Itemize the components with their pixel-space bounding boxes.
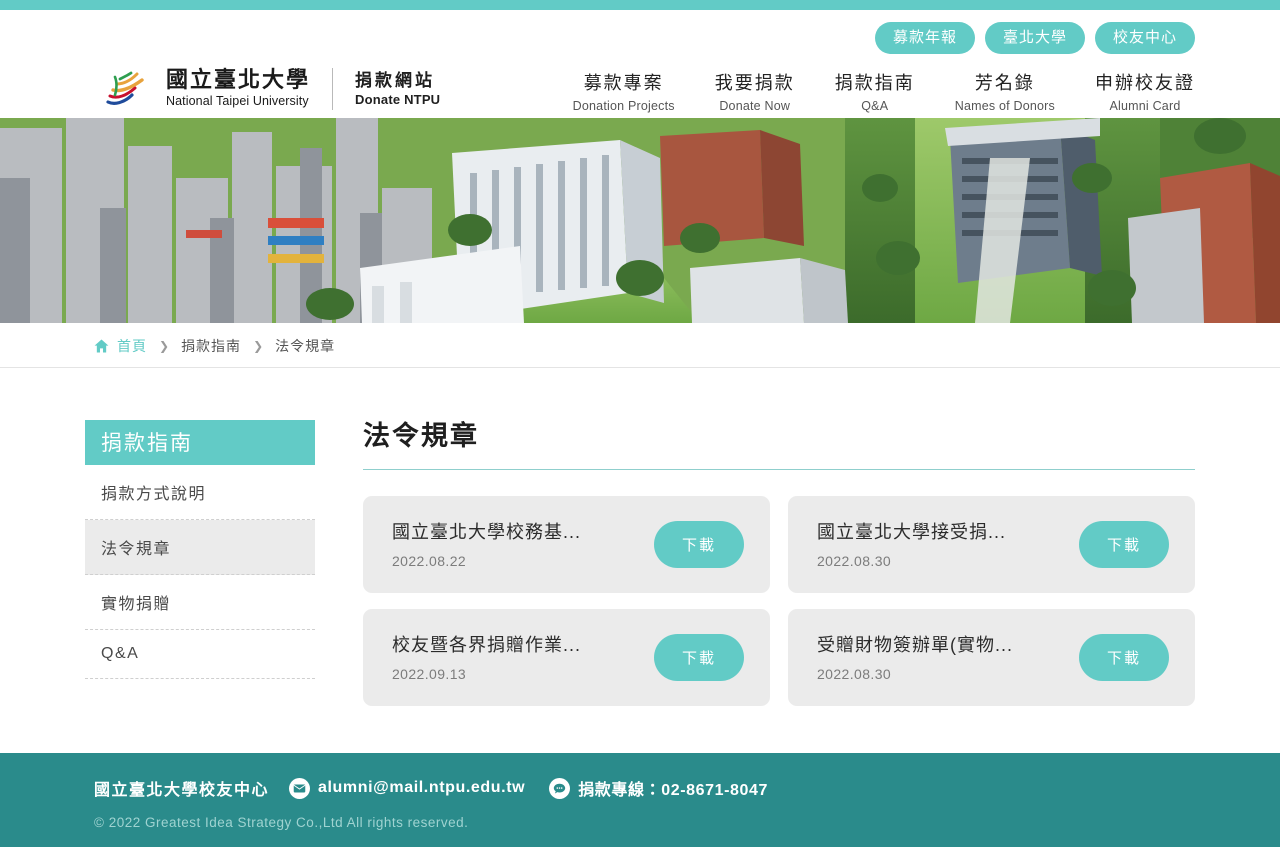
document-title: 國立臺北大學接受捐... <box>817 521 1007 542</box>
nav-label-en: Donate Now <box>719 98 791 113</box>
site-name-cn: 捐款網站 <box>355 70 436 90</box>
document-info: 受贈財物簽辦單(實物... 2022.08.30 <box>817 634 1013 682</box>
utility-pill-row: 募款年報 臺北大學 校友中心 <box>874 22 1195 54</box>
sidebar-item-donation-methods[interactable]: 捐款方式說明 <box>85 465 315 520</box>
download-button[interactable]: 下載 <box>1078 521 1169 569</box>
nav-item-donation-guide[interactable]: 捐款指南 Q&A <box>835 72 915 115</box>
nav-item-donation-projects[interactable]: 募款專案 Donation Projects <box>573 72 675 115</box>
document-card: 校友暨各界捐贈作業... 2022.09.13 下載 <box>363 609 770 707</box>
sidebar-menu: 捐款方式說明 法令規章 實物捐贈 Q&A <box>85 465 315 679</box>
top-accent-strip <box>0 0 1280 10</box>
footer-email-text: alumni@mail.ntpu.edu.tw <box>318 779 526 796</box>
footer-hotline-link[interactable]: 捐款專線：02-8671-8047 <box>549 776 768 800</box>
download-button[interactable]: 下載 <box>653 521 744 569</box>
site-logo[interactable]: 國立臺北大學 National Taipei University 捐款網站 D… <box>104 68 440 110</box>
nav-label-cn: 申辦校友證 <box>1095 73 1195 93</box>
envelope-icon <box>289 777 311 799</box>
breadcrumb-separator-icon: ❯ <box>253 338 264 353</box>
hero-campus-aerial-photo <box>0 118 1280 323</box>
document-card: 受贈財物簽辦單(實物... 2022.08.30 下載 <box>788 609 1195 707</box>
nav-item-names-of-donors[interactable]: 芳名錄 Names of Donors <box>955 72 1055 115</box>
document-info: 國立臺北大學校務基... 2022.08.22 <box>392 521 581 569</box>
nav-label-cn: 募款專案 <box>583 73 664 93</box>
title-underline <box>363 469 1195 471</box>
logo-divider <box>332 68 334 110</box>
speech-bubble-icon <box>549 777 571 799</box>
site-header: 募款年報 臺北大學 校友中心 國立臺北大學 National Taipei Un… <box>0 10 1280 118</box>
page-body: 捐款指南 捐款方式說明 法令規章 實物捐贈 Q&A 法令規章 國立臺北大學校務基… <box>85 368 1195 776</box>
site-name-block: 捐款網站 Donate NTPU <box>355 70 440 109</box>
nav-label-en: Names of Donors <box>954 98 1055 113</box>
sidebar-heading: 捐款指南 <box>85 420 315 465</box>
home-icon <box>94 339 109 353</box>
site-name-en: Donate NTPU <box>355 91 441 107</box>
nav-label-cn: 我要捐款 <box>714 73 795 93</box>
logo-name-cn: 國立臺北大學 <box>166 67 311 93</box>
document-info: 校友暨各界捐贈作業... 2022.09.13 <box>392 634 581 682</box>
nav-label-en: Q&A <box>861 98 889 113</box>
page-title: 法令規章 <box>363 421 479 451</box>
nav-label-cn: 捐款指南 <box>834 73 915 93</box>
pill-ntpu-main-site[interactable]: 臺北大學 <box>984 22 1085 54</box>
breadcrumb-bar: 首頁 ❯ 捐款指南 ❯ 法令規章 <box>0 323 1280 368</box>
breadcrumb: 首頁 ❯ 捐款指南 ❯ 法令規章 <box>85 323 1195 368</box>
document-date: 2022.08.30 <box>817 553 892 570</box>
nav-label-cn: 芳名錄 <box>974 73 1035 93</box>
footer-contact-row: 國立臺北大學校友中心 alumni@mail.ntpu.edu.tw 捐款專線：… <box>94 776 1195 800</box>
document-card-grid: 國立臺北大學校務基... 2022.08.22 下載 國立臺北大學接受捐... … <box>363 496 1195 707</box>
breadcrumb-link-donation-guide[interactable]: 捐款指南 <box>181 336 241 356</box>
document-title: 受贈財物簽辦單(實物... <box>817 634 1013 655</box>
document-info: 國立臺北大學接受捐... 2022.08.30 <box>817 521 1006 569</box>
document-card: 國立臺北大學接受捐... 2022.08.30 下載 <box>788 496 1195 594</box>
main-content: 法令規章 國立臺北大學校務基... 2022.08.22 下載 國立臺北大學接受… <box>315 420 1195 707</box>
breadcrumb-current-page: 法令規章 <box>275 337 336 354</box>
sidebar: 捐款指南 捐款方式說明 法令規章 實物捐贈 Q&A <box>85 420 315 679</box>
download-button[interactable]: 下載 <box>653 634 744 682</box>
document-title: 國立臺北大學校務基... <box>392 521 582 542</box>
nav-label-en: Donation Projects <box>572 98 675 113</box>
document-card: 國立臺北大學校務基... 2022.08.22 下載 <box>363 496 770 594</box>
footer-email-link[interactable]: alumni@mail.ntpu.edu.tw <box>289 777 526 799</box>
breadcrumb-home-link[interactable]: 首頁 <box>117 336 147 356</box>
nav-item-donate-now[interactable]: 我要捐款 Donate Now <box>715 72 795 115</box>
breadcrumb-separator-icon: ❯ <box>159 338 170 353</box>
sidebar-item-regulations[interactable]: 法令規章 <box>85 520 315 575</box>
ntpu-bird-logo-icon <box>104 71 160 107</box>
footer-hotline-text: 捐款專線：02-8671-8047 <box>578 782 769 799</box>
nav-label-en: Alumni Card <box>1109 98 1181 113</box>
logo-name-en: National Taipei University <box>166 93 309 108</box>
document-date: 2022.08.30 <box>817 666 892 683</box>
logo-wordmark: 國立臺北大學 National Taipei University <box>166 69 310 109</box>
main-navigation: 募款專案 Donation Projects 我要捐款 Donate Now 捐… <box>573 72 1195 115</box>
document-title: 校友暨各界捐贈作業... <box>392 634 582 655</box>
sidebar-item-in-kind-donation[interactable]: 實物捐贈 <box>85 575 315 630</box>
footer-copyright: © 2022 Greatest Idea Strategy Co.,Ltd Al… <box>94 815 469 830</box>
nav-item-alumni-card[interactable]: 申辦校友證 Alumni Card <box>1095 72 1195 115</box>
download-button[interactable]: 下載 <box>1078 634 1169 682</box>
document-date: 2022.09.13 <box>392 666 467 683</box>
document-date: 2022.08.22 <box>392 553 467 570</box>
site-footer: 國立臺北大學校友中心 alumni@mail.ntpu.edu.tw 捐款專線：… <box>0 753 1280 847</box>
pill-annual-report[interactable]: 募款年報 <box>874 22 975 54</box>
footer-organization: 國立臺北大學校友中心 <box>94 782 270 799</box>
pill-alumni-center[interactable]: 校友中心 <box>1094 22 1195 54</box>
sidebar-item-qa[interactable]: Q&A <box>85 630 315 679</box>
